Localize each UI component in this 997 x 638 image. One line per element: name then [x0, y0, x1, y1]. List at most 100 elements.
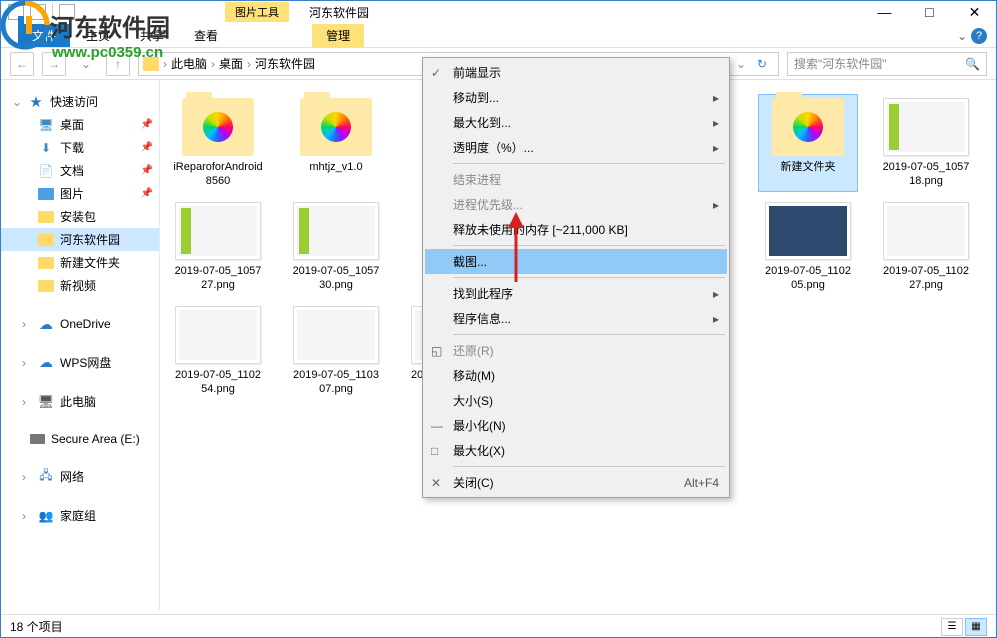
sidebar-thispc[interactable]: ›🖥此电脑	[0, 390, 159, 413]
folder-icon	[300, 98, 372, 156]
tab-file[interactable]: 文件	[18, 24, 70, 47]
file-item[interactable]: 2019-07-05_105727.png	[168, 198, 268, 296]
crumb-folder[interactable]: 河东软件园	[255, 55, 315, 72]
qat-icon[interactable]	[30, 4, 46, 20]
file-item[interactable]: mhtjz_v1.0	[286, 94, 386, 192]
folder-icon	[38, 257, 54, 269]
qat-icon[interactable]	[8, 4, 24, 20]
close-button[interactable]: ✕	[952, 0, 997, 24]
crumb-pc[interactable]: 此电脑	[171, 55, 207, 72]
menu-item[interactable]: —最小化(N)	[425, 413, 727, 438]
sidebar-item-pkg[interactable]: 安装包	[0, 205, 159, 228]
disk-icon	[30, 434, 45, 444]
tab-view[interactable]: 查看	[180, 24, 232, 47]
submenu-arrow-icon: ▸	[713, 198, 719, 212]
forward-button[interactable]: →	[42, 52, 66, 76]
menu-item[interactable]: 程序信息...▸	[425, 306, 727, 331]
file-label: 2019-07-05_110205.png	[762, 264, 854, 292]
folder-icon	[772, 98, 844, 156]
menu-item: ◱还原(R)	[425, 338, 727, 363]
ribbon-collapse-icon[interactable]: ⌄	[957, 29, 967, 43]
menu-item[interactable]: 释放未使用的内存 [~211,000 KB]	[425, 217, 727, 242]
menu-item[interactable]: 大小(S)	[425, 388, 727, 413]
file-item[interactable]: 2019-07-05_105730.png	[286, 198, 386, 296]
submenu-arrow-icon: ▸	[713, 116, 719, 130]
view-icons-button[interactable]: ▦	[965, 618, 987, 636]
recent-dropdown[interactable]: ⌄	[74, 52, 98, 76]
sidebar-item-current[interactable]: 河东软件园	[0, 228, 159, 251]
sidebar-item-documents[interactable]: 📄文档📌	[0, 159, 159, 182]
menu-item[interactable]: 前端显示	[425, 60, 727, 85]
folder-icon	[182, 98, 254, 156]
menu-shortcut: Alt+F4	[684, 476, 719, 490]
menu-item[interactable]: 移动到...▸	[425, 85, 727, 110]
menu-item-label: 大小(S)	[453, 392, 719, 409]
menu-item-label: 截图...	[453, 253, 719, 270]
up-button[interactable]: ↑	[106, 52, 130, 76]
tab-manage[interactable]: 管理	[312, 24, 364, 47]
folder-icon	[143, 57, 159, 71]
maximize-button[interactable]: □	[907, 0, 952, 24]
minimize-button[interactable]: —	[862, 0, 907, 24]
file-label: 2019-07-05_105727.png	[172, 264, 264, 292]
sidebar-onedrive[interactable]: ›☁OneDrive	[0, 313, 159, 335]
sidebar-network[interactable]: ›🖧网络	[0, 465, 159, 488]
menu-item[interactable]: 截图...	[425, 249, 727, 274]
refresh-button[interactable]: ↻	[750, 57, 774, 71]
folder-icon	[38, 211, 54, 223]
sidebar-item-newvideo[interactable]: 新视频	[0, 274, 159, 297]
menu-item-icon	[431, 66, 453, 80]
menu-item-label: 释放未使用的内存 [~211,000 KB]	[453, 221, 719, 238]
file-label: 2019-07-05_110254.png	[172, 368, 264, 396]
sidebar-homegroup[interactable]: ›👥家庭组	[0, 504, 159, 527]
sidebar-item-newfolder[interactable]: 新建文件夹	[0, 251, 159, 274]
qat-icon[interactable]	[59, 4, 75, 20]
file-item[interactable]: 2019-07-05_105718.png	[876, 94, 976, 192]
file-label: 2019-07-05_110307.png	[290, 368, 382, 396]
submenu-arrow-icon: ▸	[713, 91, 719, 105]
back-button[interactable]: ←	[10, 52, 34, 76]
title-bar: 图片工具 河东软件园 — □ ✕	[0, 0, 997, 24]
file-item[interactable]: 2019-07-05_110254.png	[168, 302, 268, 412]
image-thumbnail	[883, 98, 969, 156]
menu-item-label: 透明度（%）...	[453, 139, 713, 156]
folder-icon	[38, 188, 54, 200]
image-thumbnail	[175, 202, 261, 260]
sidebar-item-pictures[interactable]: 图片📌	[0, 182, 159, 205]
menu-item-label: 进程优先级...	[453, 196, 713, 213]
menu-item-label: 程序信息...	[453, 310, 713, 327]
quick-access-toolbar	[8, 4, 75, 20]
sidebar-item-desktop[interactable]: 🖥桌面📌	[0, 113, 159, 136]
menu-item-icon: ✕	[431, 476, 453, 490]
file-item[interactable]: 2019-07-05_110205.png	[758, 198, 858, 296]
menu-item-label: 移动(M)	[453, 367, 719, 384]
search-input[interactable]: 搜索"河东软件园" 🔍	[787, 52, 987, 76]
menu-item[interactable]: 移动(M)	[425, 363, 727, 388]
view-details-button[interactable]: ☰	[941, 618, 963, 636]
help-icon[interactable]: ?	[971, 28, 987, 44]
sidebar-quick-access[interactable]: ⌄★快速访问	[0, 90, 159, 113]
tab-home[interactable]: 主页	[72, 24, 124, 47]
menu-item[interactable]: □最大化(X)	[425, 438, 727, 463]
file-item[interactable]: iReparoforAndroid8560	[168, 94, 268, 192]
submenu-arrow-icon: ▸	[713, 141, 719, 155]
file-item[interactable]: 2019-07-05_110227.png	[876, 198, 976, 296]
menu-item[interactable]: 最大化到...▸	[425, 110, 727, 135]
crumb-desktop[interactable]: 桌面	[219, 55, 243, 72]
menu-item[interactable]: ✕关闭(C)Alt+F4	[425, 470, 727, 495]
tab-share[interactable]: 共享	[126, 24, 178, 47]
file-label: mhtjz_v1.0	[290, 160, 382, 174]
folder-icon	[38, 234, 54, 246]
image-thumbnail	[765, 202, 851, 260]
sidebar-secure[interactable]: Secure Area (E:)	[0, 429, 159, 449]
ribbon-tabs: 文件 主页 共享 查看 管理 ⌄ ?	[0, 24, 997, 48]
menu-item[interactable]: 透明度（%）...▸	[425, 135, 727, 160]
file-label: 2019-07-05_105730.png	[290, 264, 382, 292]
menu-item[interactable]: 找到此程序▸	[425, 281, 727, 306]
file-item[interactable]: 新建文件夹	[758, 94, 858, 192]
file-item[interactable]: 2019-07-05_110307.png	[286, 302, 386, 412]
menu-item-label: 最大化(X)	[453, 442, 719, 459]
sidebar-wps[interactable]: ›☁WPS网盘	[0, 351, 159, 374]
sidebar-item-downloads[interactable]: ⬇下载📌	[0, 136, 159, 159]
menu-item-label: 还原(R)	[453, 342, 719, 359]
